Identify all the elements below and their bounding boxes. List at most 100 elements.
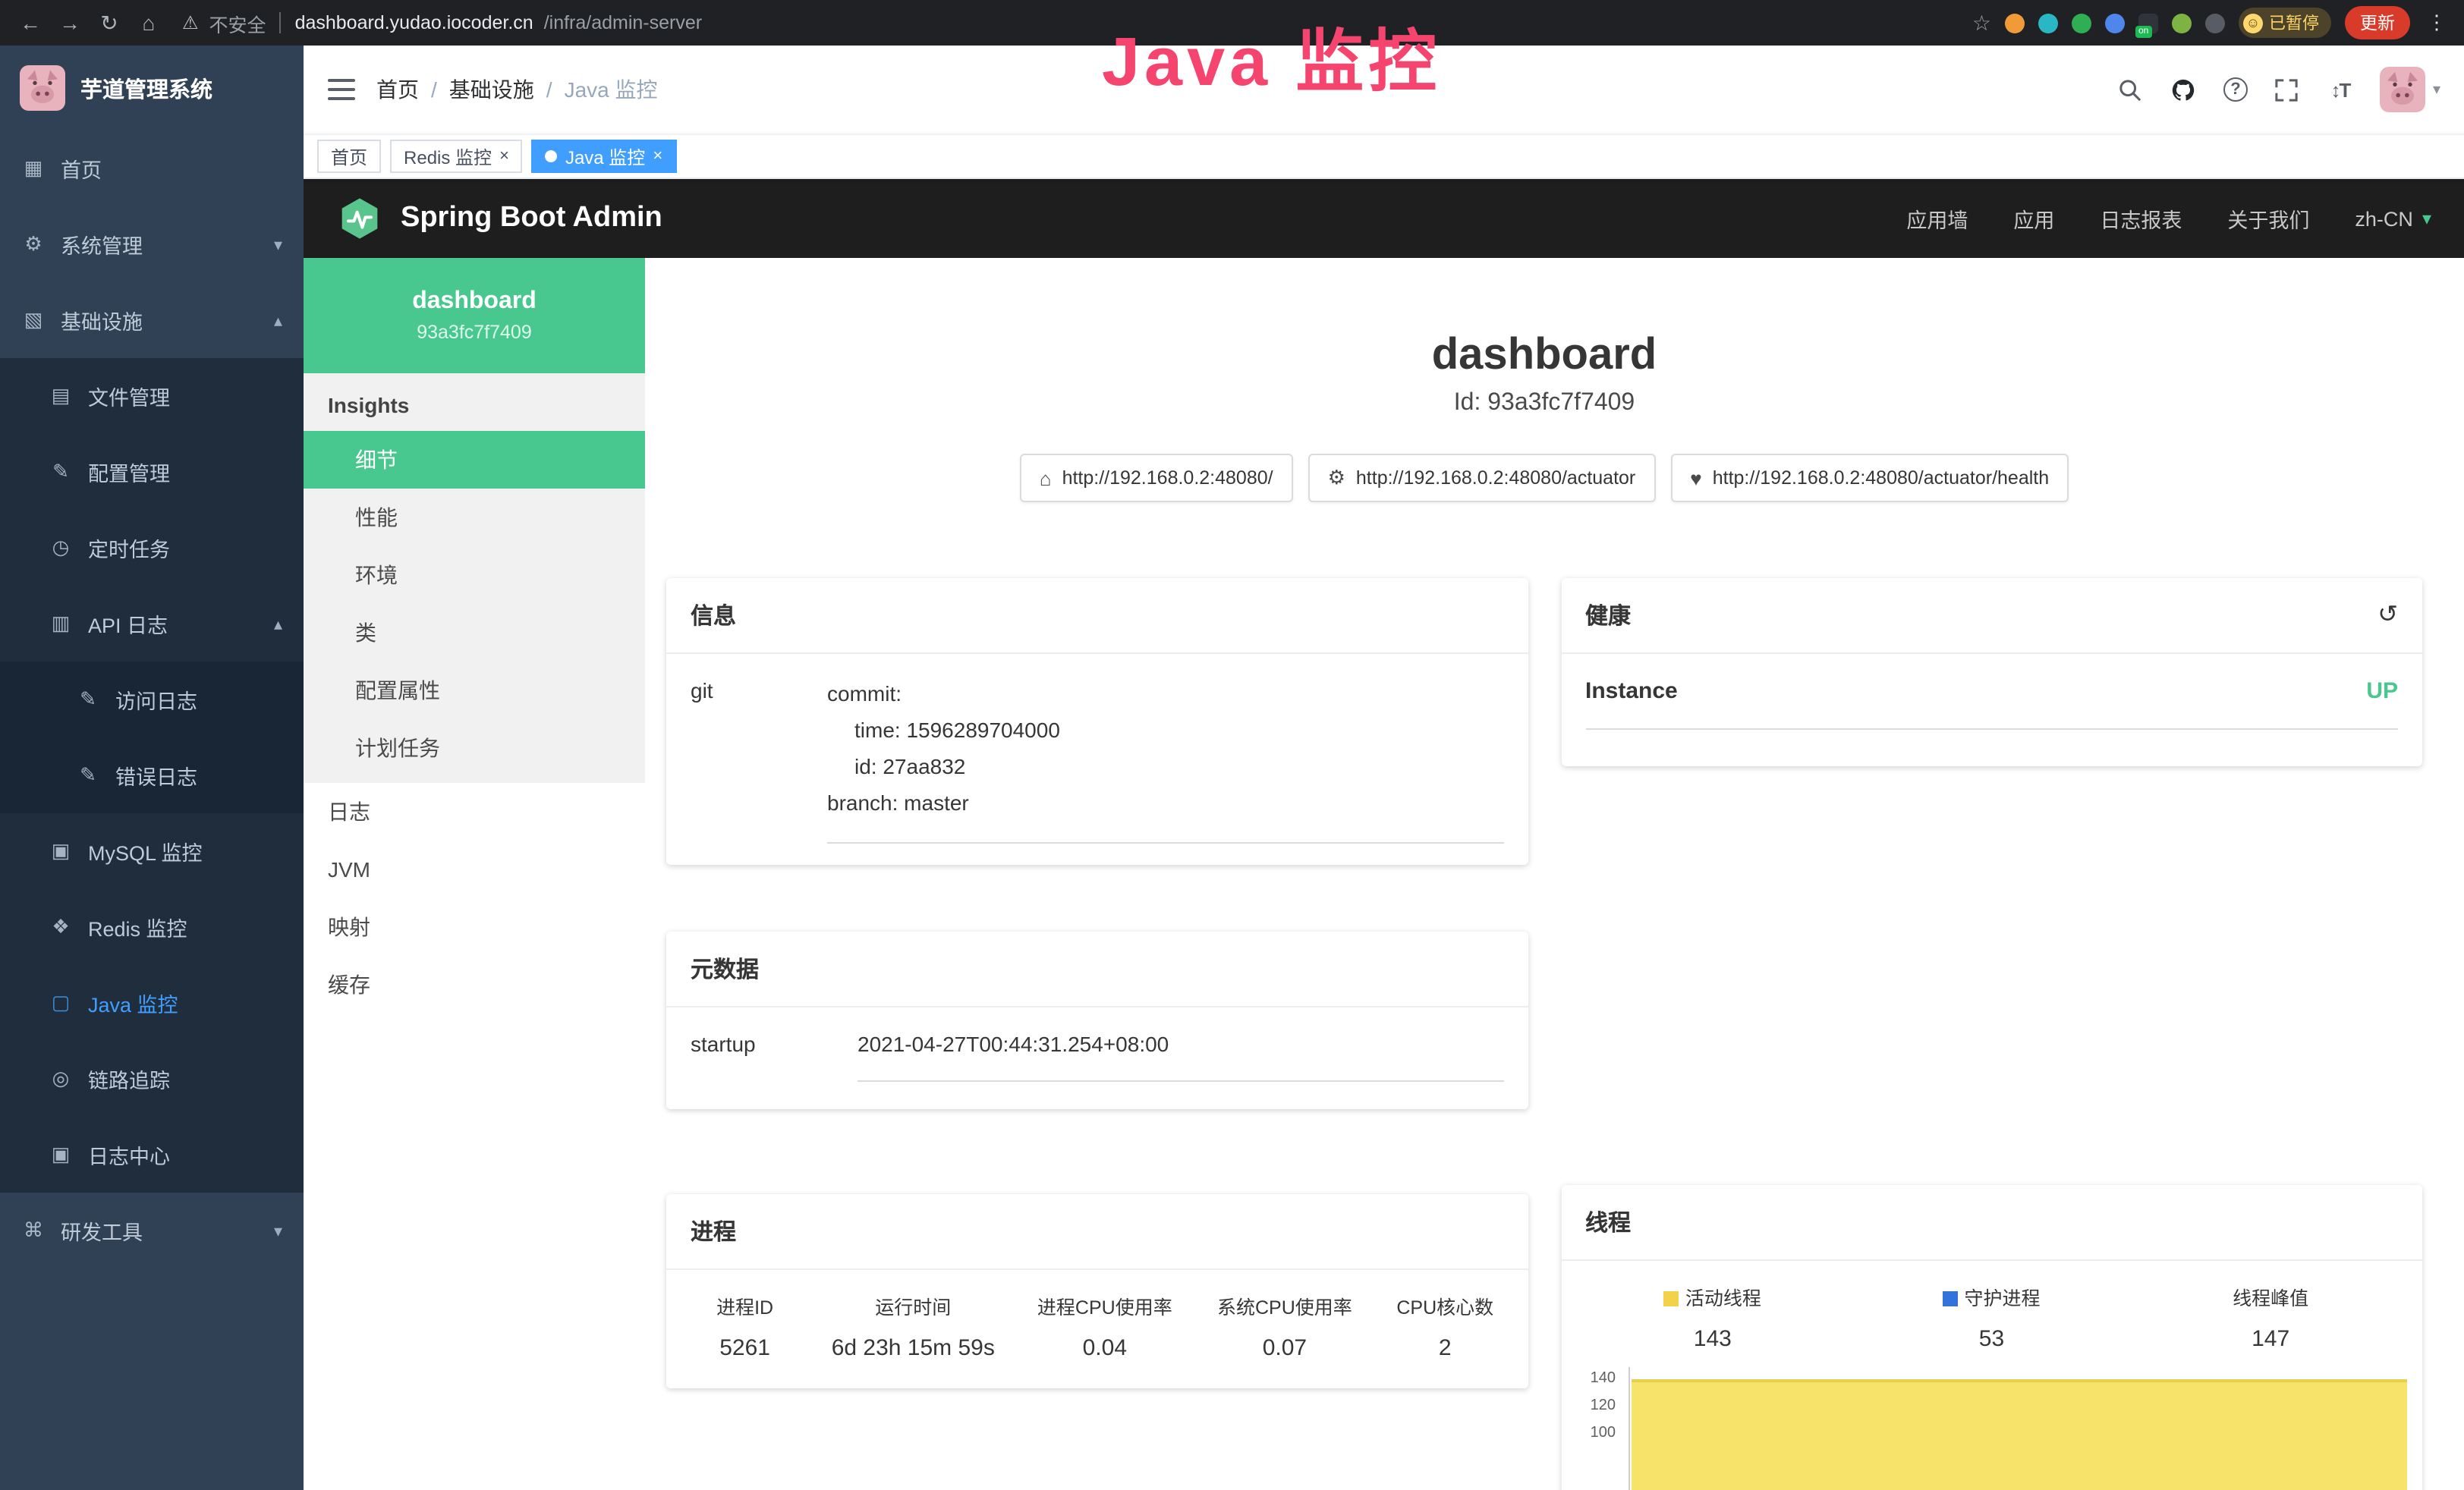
sidebar-item-api-logs[interactable]: ▥ API 日志 ▴ bbox=[0, 586, 304, 662]
user-menu[interactable]: ▾ bbox=[2380, 67, 2440, 112]
home-icon[interactable]: ⌂ bbox=[134, 11, 164, 35]
extension-icon[interactable] bbox=[2205, 13, 2225, 33]
forward-icon[interactable]: → bbox=[55, 11, 85, 35]
main-area: 首页 / 基础设施 / Java 监控 ? ↕T bbox=[304, 46, 2464, 1490]
app-logo[interactable]: 芋道管理系统 bbox=[0, 46, 304, 130]
github-icon[interactable] bbox=[2170, 76, 2198, 103]
chrome-update-button[interactable]: 更新 bbox=[2345, 6, 2410, 39]
tag-home[interactable]: 首页 bbox=[317, 140, 381, 173]
history-icon[interactable]: ↺ bbox=[2377, 603, 2398, 627]
sidebar-item-mysql-monitor[interactable]: ▣ MySQL 监控 bbox=[0, 813, 304, 889]
threads-chart: 140 120 100 bbox=[1570, 1367, 2413, 1490]
browser-menu-icon[interactable]: ⋮ bbox=[2424, 11, 2450, 35]
tag-label: Redis 监控 bbox=[404, 143, 492, 169]
close-icon[interactable]: × bbox=[499, 148, 509, 165]
extension-icon[interactable] bbox=[2072, 13, 2091, 33]
process-value-syscpu: 0.07 bbox=[1194, 1335, 1374, 1361]
metadata-key: startup bbox=[691, 1032, 858, 1082]
sidebar-item-config-mgmt[interactable]: ✎ 配置管理 bbox=[0, 434, 304, 510]
sba-nav-applications[interactable]: 应用 bbox=[2013, 203, 2054, 234]
metadata-value: 2021-04-27T00:44:31.254+08:00 bbox=[858, 1032, 1503, 1082]
sba-menu-config-props[interactable]: 配置属性 bbox=[304, 662, 645, 719]
sidebar-item-label: 访问日志 bbox=[115, 684, 197, 715]
sba-menu-details[interactable]: 细节 bbox=[304, 431, 645, 489]
fullscreen-icon[interactable] bbox=[2274, 76, 2301, 103]
font-size-icon[interactable]: ↕T bbox=[2327, 76, 2354, 103]
sba-menu-environment[interactable]: 环境 bbox=[304, 546, 645, 604]
locale-select[interactable]: zh-CN ▾ bbox=[2355, 207, 2431, 230]
active-dot bbox=[546, 150, 558, 162]
address-bar[interactable]: ⚠ 不安全 dashboard.yudao.iocoder.cn /infra/… bbox=[173, 8, 1963, 37]
dashboard-icon: ▦ bbox=[21, 156, 46, 181]
actuator-url-button[interactable]: ⚙ http://192.168.0.2:48080/actuator bbox=[1308, 454, 1656, 502]
sba-menu-mappings[interactable]: 映射 bbox=[304, 898, 645, 956]
info-card-title: 信息 bbox=[666, 578, 1528, 654]
log-icon: ✎ bbox=[76, 763, 100, 787]
help-icon[interactable]: ? bbox=[2223, 77, 2248, 102]
sidebar-item-home[interactable]: ▦ 首页 bbox=[0, 130, 304, 206]
service-url-button[interactable]: ⌂ http://192.168.0.2:48080/ bbox=[1020, 454, 1293, 502]
sba-menu-beans[interactable]: 类 bbox=[304, 604, 645, 662]
health-card: 健康 ↺ Instance UP bbox=[1561, 578, 2422, 766]
process-value-uptime: 6d 23h 15m 59s bbox=[811, 1335, 1015, 1361]
divider bbox=[280, 12, 282, 33]
bookmark-star-icon[interactable]: ☆ bbox=[1972, 10, 1991, 36]
breadcrumb-infrastructure[interactable]: 基础设施 bbox=[449, 74, 534, 105]
breadcrumb-separator: / bbox=[546, 77, 552, 102]
sidebar-item-dev-tools[interactable]: ⌘ 研发工具 ▾ bbox=[0, 1193, 304, 1268]
back-icon[interactable]: ← bbox=[15, 11, 46, 35]
log-icon: ▥ bbox=[49, 611, 73, 636]
actuator-url: http://192.168.0.2:48080/actuator bbox=[1356, 467, 1635, 489]
sidebar-item-infrastructure[interactable]: ▧ 基础设施 ▴ bbox=[0, 282, 304, 358]
sidebar-item-file-mgmt[interactable]: ▤ 文件管理 bbox=[0, 358, 304, 434]
y-tick-100: 100 bbox=[1570, 1425, 1616, 1441]
health-url-button[interactable]: ♥ http://192.168.0.2:48080/actuator/heal… bbox=[1670, 454, 2069, 502]
process-value-cpu: 0.04 bbox=[1015, 1335, 1194, 1361]
sba-menu-caches[interactable]: 缓存 bbox=[304, 956, 645, 1014]
sba-menu-scheduled-tasks[interactable]: 计划任务 bbox=[304, 719, 645, 777]
sidebar-item-redis-monitor[interactable]: ❖ Redis 监控 bbox=[0, 889, 304, 965]
reload-icon[interactable]: ↻ bbox=[94, 10, 124, 36]
tag-java-monitor[interactable]: Java 监控 × bbox=[532, 140, 676, 173]
sba-menu-jvm[interactable]: JVM bbox=[304, 841, 645, 898]
git-branch-line: branch: master bbox=[827, 784, 1503, 821]
insights-section: Insights 细节 性能 环境 类 配置属性 计划任务 bbox=[304, 373, 645, 783]
sidebar-item-error-logs[interactable]: ✎ 错误日志 bbox=[0, 737, 304, 813]
sba-menu-loggers[interactable]: 日志 bbox=[304, 783, 645, 841]
process-header-cores: CPU核心数 bbox=[1374, 1291, 1515, 1320]
legend-value-peak: 147 bbox=[2131, 1326, 2410, 1352]
search-icon[interactable] bbox=[2117, 76, 2145, 103]
app-title: 芋道管理系统 bbox=[80, 72, 212, 104]
instance-selector[interactable]: dashboard 93a3fc7f7409 bbox=[304, 258, 645, 373]
sba-nav-journal[interactable]: 日志报表 bbox=[2100, 203, 2182, 234]
sidebar-item-java-monitor[interactable]: ▢ Java 监控 bbox=[0, 965, 304, 1041]
breadcrumb-home[interactable]: 首页 bbox=[376, 74, 419, 105]
sidebar-item-log-center[interactable]: ▣ 日志中心 bbox=[0, 1117, 304, 1193]
sba-nav-wall[interactable]: 应用墙 bbox=[1906, 203, 1968, 234]
extension-icon[interactable] bbox=[2105, 13, 2125, 33]
sidebar-item-scheduled-jobs[interactable]: ◷ 定时任务 bbox=[0, 510, 304, 586]
sba-nav-about[interactable]: 关于我们 bbox=[2227, 203, 2309, 234]
close-icon[interactable]: × bbox=[653, 148, 662, 165]
extension-icon[interactable] bbox=[2038, 13, 2058, 33]
legend-label-daemon: 守护进程 bbox=[1964, 1288, 2040, 1309]
plot-area bbox=[1628, 1367, 2407, 1490]
daemon-threads-swatch bbox=[1943, 1291, 1958, 1306]
sidebar-item-system-mgmt[interactable]: ⚙ 系统管理 ▾ bbox=[0, 206, 304, 282]
threads-card-title: 线程 bbox=[1561, 1185, 2422, 1261]
sidebar-item-tracing[interactable]: ◎ 链路追踪 bbox=[0, 1041, 304, 1117]
spring-boot-logo-icon bbox=[337, 196, 382, 241]
sba-menu-metrics[interactable]: 性能 bbox=[304, 489, 645, 546]
tag-redis-monitor[interactable]: Redis 监控 × bbox=[390, 140, 523, 173]
extension-icon[interactable] bbox=[2005, 13, 2025, 33]
hamburger-icon[interactable] bbox=[328, 79, 355, 100]
metadata-row: startup 2021-04-27T00:44:31.254+08:00 bbox=[666, 1007, 1528, 1082]
extension-icon[interactable] bbox=[2172, 13, 2192, 33]
info-values: commit: time: 1596289704000 id: 27aa832 … bbox=[827, 675, 1503, 844]
sidebar-item-label: 首页 bbox=[61, 153, 102, 184]
extension-icon[interactable]: on bbox=[2138, 13, 2158, 33]
sidebar-item-label: 配置管理 bbox=[88, 457, 170, 487]
chevron-down-icon: ▾ bbox=[274, 1221, 282, 1240]
sidebar-item-access-logs[interactable]: ✎ 访问日志 bbox=[0, 662, 304, 737]
profile-paused-badge[interactable]: ☺ 已暂停 bbox=[2239, 8, 2331, 38]
